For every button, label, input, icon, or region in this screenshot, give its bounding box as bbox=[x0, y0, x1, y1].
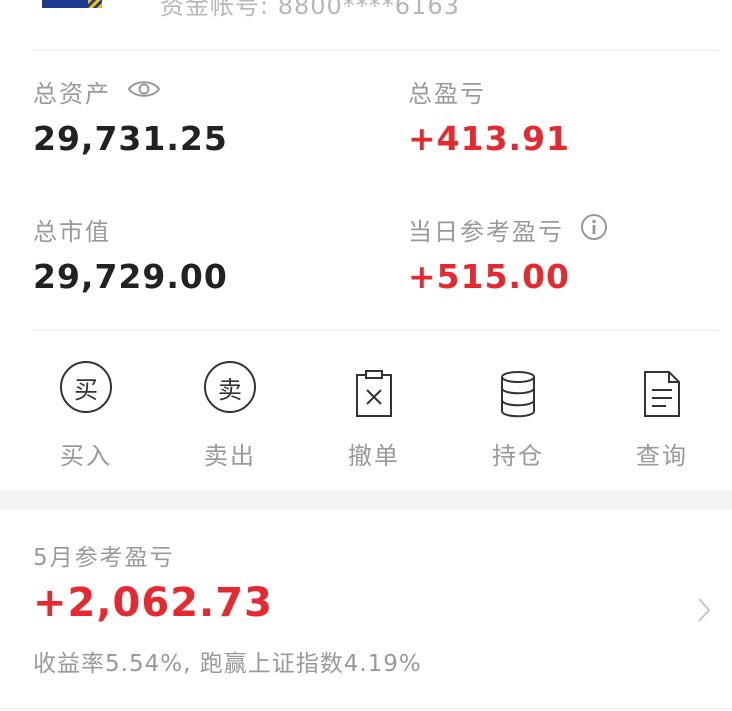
total-pnl-value: +413.91 bbox=[408, 119, 570, 158]
trade-actions: 买 买入 卖 卖出 撤单 持仓 查询 bbox=[0, 350, 732, 480]
broker-logo bbox=[42, 0, 102, 8]
total-pnl-block: 总盈亏 +413.91 bbox=[408, 74, 570, 158]
cancel-order-label: 撤单 bbox=[348, 442, 400, 470]
chevron-right-icon[interactable] bbox=[696, 596, 712, 628]
buy-label: 买入 bbox=[60, 442, 112, 470]
query-label: 查询 bbox=[636, 442, 688, 470]
daily-pnl-block: 当日参考盈亏 +515.00 bbox=[408, 212, 608, 296]
daily-pnl-label: 当日参考盈亏 bbox=[408, 218, 564, 246]
sell-circle-icon: 卖 bbox=[204, 361, 256, 413]
document-icon bbox=[632, 364, 692, 424]
market-value-block: 总市值 29,729.00 bbox=[33, 212, 228, 296]
monthly-pnl-description: 收益率5.54%, 跑赢上证指数4.19% bbox=[33, 651, 422, 677]
divider bbox=[32, 330, 718, 331]
info-icon[interactable] bbox=[580, 213, 608, 247]
sell-label: 卖出 bbox=[204, 442, 256, 470]
account-number: 资金帐号: 8800****6163 bbox=[160, 0, 460, 20]
account-overview-page: 资金帐号: 8800****6163 总资产 29,731.25 总盈亏 +41… bbox=[0, 0, 732, 711]
total-assets-value: 29,731.25 bbox=[33, 119, 228, 158]
total-assets-label: 总资产 bbox=[33, 80, 111, 108]
buy-circle-icon: 买 bbox=[60, 361, 112, 413]
query-button[interactable]: 查询 bbox=[607, 350, 717, 471]
monthly-pnl-value: +2,062.73 bbox=[33, 580, 273, 626]
market-value-value: 29,729.00 bbox=[33, 257, 228, 296]
holdings-button[interactable]: 持仓 bbox=[463, 350, 573, 471]
eye-icon[interactable] bbox=[127, 77, 161, 107]
daily-pnl-value: +515.00 bbox=[408, 257, 570, 296]
sell-button[interactable]: 卖 卖出 bbox=[175, 350, 285, 471]
total-assets-block: 总资产 29,731.25 bbox=[33, 74, 228, 158]
divider bbox=[32, 50, 718, 51]
market-value-label: 总市值 bbox=[33, 218, 111, 246]
monthly-pnl-label: 5月参考盈亏 bbox=[33, 545, 175, 571]
section-gap bbox=[0, 490, 732, 510]
account-header: 资金帐号: 8800****6163 bbox=[0, 0, 732, 50]
divider bbox=[0, 708, 732, 709]
buy-button[interactable]: 买 买入 bbox=[31, 350, 141, 471]
database-icon bbox=[488, 364, 548, 424]
cancel-order-button[interactable]: 撤单 bbox=[319, 350, 429, 471]
holdings-label: 持仓 bbox=[492, 442, 544, 470]
total-pnl-label: 总盈亏 bbox=[408, 80, 486, 108]
cancel-order-icon bbox=[344, 364, 404, 424]
monthly-pnl-card[interactable]: 5月参考盈亏 +2,062.73 收益率5.54%, 跑赢上证指数4.19% bbox=[0, 510, 732, 710]
